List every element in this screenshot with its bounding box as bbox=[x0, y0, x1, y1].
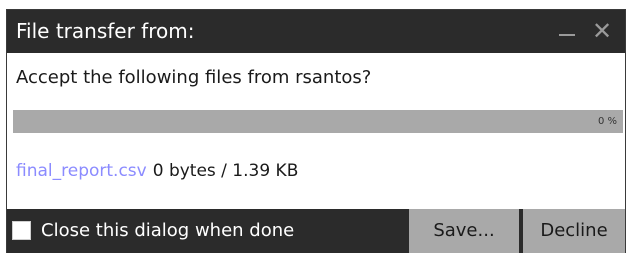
close-icon: ✕ bbox=[591, 17, 613, 45]
close-when-done-checkbox[interactable] bbox=[12, 221, 31, 240]
decline-button[interactable]: Decline bbox=[523, 209, 625, 253]
title-bar[interactable]: File transfer from: ✕ bbox=[7, 10, 625, 53]
file-transfer-dialog: File transfer from: ✕ Accept the followi… bbox=[6, 9, 626, 253]
minimize-icon bbox=[559, 34, 575, 36]
close-when-done-label[interactable]: Close this dialog when done bbox=[41, 220, 294, 242]
minimize-button[interactable] bbox=[553, 16, 583, 46]
file-row: final_report.csv 0 bytes / 1.39 KB bbox=[16, 160, 298, 182]
save-button[interactable]: Save... bbox=[409, 209, 519, 253]
progress-percent: 0 % bbox=[597, 116, 617, 127]
file-size: 0 bytes / 1.39 KB bbox=[152, 161, 299, 181]
file-name-link[interactable]: final_report.csv bbox=[16, 161, 147, 181]
close-button[interactable]: ✕ bbox=[587, 16, 617, 46]
accept-prompt: Accept the following files from rsantos? bbox=[16, 67, 372, 88]
dialog-title: File transfer from: bbox=[16, 19, 195, 43]
dialog-footer: Close this dialog when done Save... Decl… bbox=[7, 209, 625, 253]
transfer-progress-bar: 0 % bbox=[13, 110, 623, 133]
